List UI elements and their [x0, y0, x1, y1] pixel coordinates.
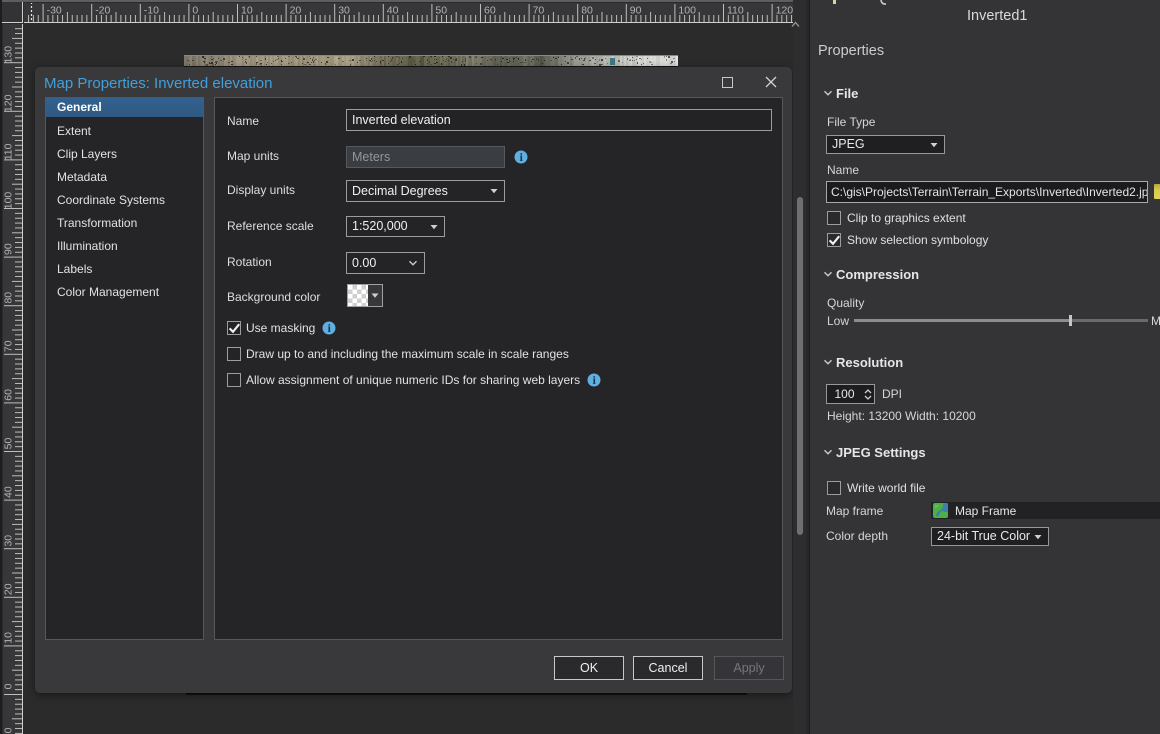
svg-text:120: 120	[3, 94, 15, 112]
svg-text:10: 10	[3, 632, 15, 644]
svg-text:40: 40	[387, 5, 399, 17]
svg-text:80: 80	[3, 292, 15, 304]
svg-text:60: 60	[3, 389, 15, 401]
svg-text:20: 20	[290, 5, 302, 17]
svg-text:70: 70	[533, 5, 545, 17]
svg-text:80: 80	[581, 5, 593, 17]
svg-text:-30: -30	[47, 5, 62, 17]
svg-text:90: 90	[3, 243, 15, 255]
svg-text:110: 110	[727, 5, 744, 17]
svg-text:30: 30	[338, 5, 350, 17]
svg-text:-10: -10	[3, 727, 15, 734]
svg-text:100: 100	[3, 192, 15, 210]
svg-text:50: 50	[3, 438, 15, 450]
svg-text:130: 130	[3, 46, 15, 64]
svg-text:10: 10	[241, 5, 253, 17]
svg-text:40: 40	[3, 486, 15, 498]
svg-text:110: 110	[3, 143, 14, 160]
svg-text:90: 90	[630, 5, 642, 17]
svg-text:-20: -20	[95, 5, 110, 17]
svg-text:120: 120	[776, 5, 793, 17]
svg-text:60: 60	[484, 5, 496, 17]
svg-text:0: 0	[192, 5, 198, 17]
svg-text:100: 100	[678, 5, 696, 17]
svg-text:-10: -10	[144, 5, 159, 17]
svg-text:70: 70	[3, 340, 15, 352]
svg-text:30: 30	[3, 535, 15, 547]
svg-text:0: 0	[3, 683, 15, 689]
svg-text:50: 50	[435, 5, 447, 17]
svg-text:20: 20	[3, 583, 15, 595]
